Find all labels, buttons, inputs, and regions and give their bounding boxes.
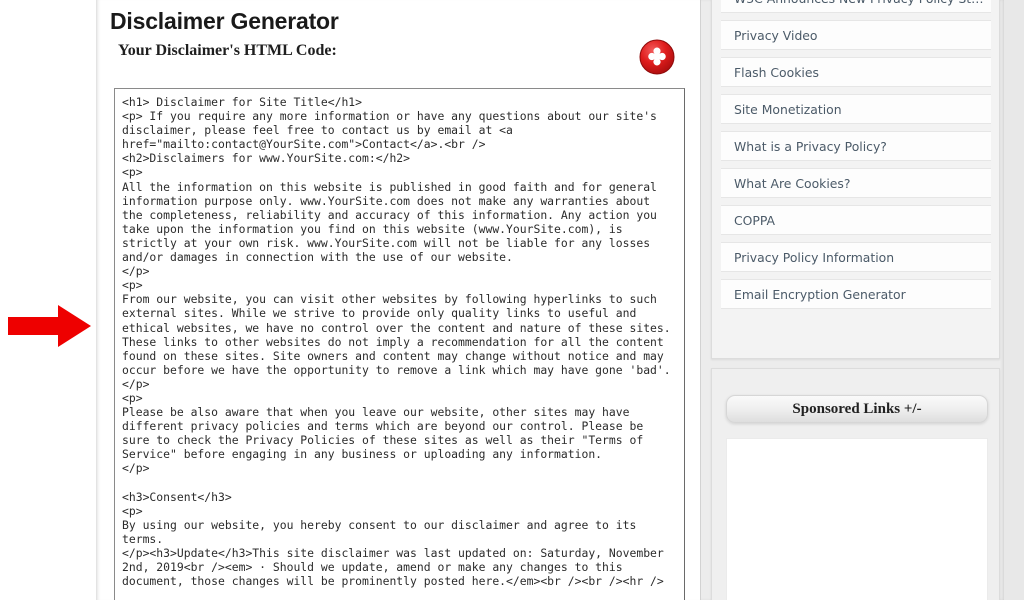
sidebar-link-email-encryption-generator[interactable]: Email Encryption Generator (721, 279, 991, 309)
sidebar-link-flash-cookies[interactable]: Flash Cookies (721, 57, 991, 87)
left-gutter (0, 0, 96, 600)
sidebar-link-w3c-privacy-standard[interactable]: W3C Announces New Privacy Policy Standar… (721, 0, 991, 13)
sidebar-link-coppa[interactable]: COPPA (721, 205, 991, 235)
right-sidebar: W3C Announces New Privacy Policy Standar… (700, 0, 1024, 600)
sponsored-links-toggle[interactable]: Sponsored Links +/- (726, 395, 988, 423)
main-content: Disclaimer Generator Your Disclaimer's H… (96, 0, 701, 600)
right-sidebar-inner: W3C Announces New Privacy Policy Standar… (701, 0, 1004, 600)
related-links-panel: W3C Announces New Privacy Policy Standar… (711, 0, 1000, 359)
close-icon[interactable] (638, 38, 676, 76)
sidebar-link-site-monetization[interactable]: Site Monetization (721, 94, 991, 124)
page-root: Disclaimer Generator Your Disclaimer's H… (0, 0, 1024, 600)
html-code-text: <h1> Disclaimer for Site Title</h1> <p> … (122, 95, 671, 589)
code-section-subtitle: Your Disclaimer's HTML Code: (118, 42, 337, 59)
sidebar-link-privacy-policy-information[interactable]: Privacy Policy Information (721, 242, 991, 272)
sidebar-link-privacy-video[interactable]: Privacy Video (721, 20, 991, 50)
sponsored-links-panel: Sponsored Links +/- (711, 368, 1000, 600)
related-links-list: W3C Announces New Privacy Policy Standar… (721, 0, 991, 316)
page-title: Disclaimer Generator (110, 8, 339, 34)
red-right-arrow-annotation (8, 304, 92, 348)
sponsored-links-body (726, 438, 988, 600)
html-code-output-box[interactable]: <h1> Disclaimer for Site Title</h1> <p> … (114, 88, 685, 600)
sidebar-link-what-are-cookies[interactable]: What Are Cookies? (721, 168, 991, 198)
sidebar-link-what-is-a-privacy-policy[interactable]: What is a Privacy Policy? (721, 131, 991, 161)
